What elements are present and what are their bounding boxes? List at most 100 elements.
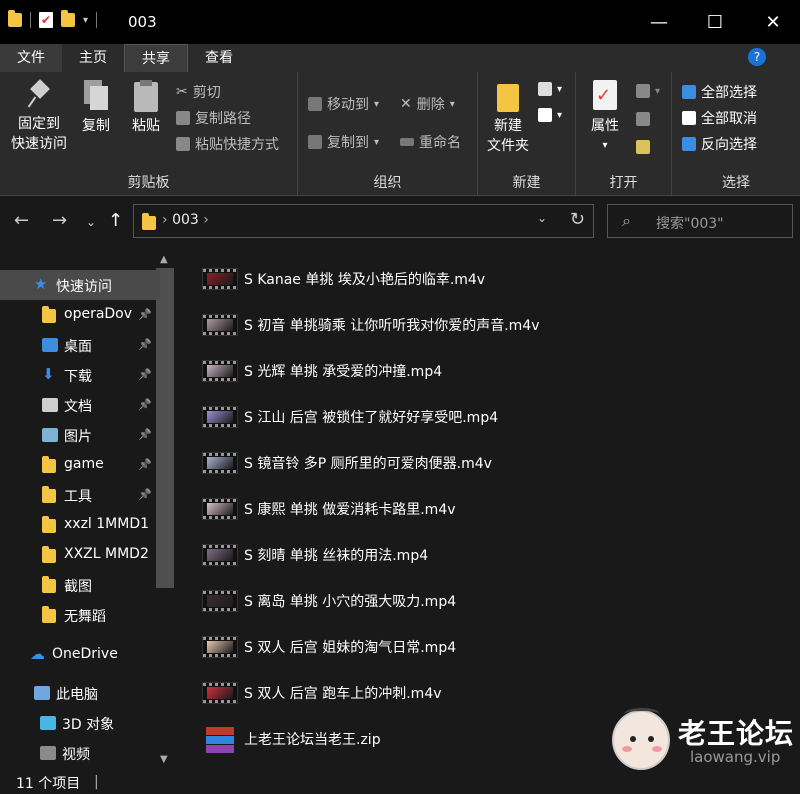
properties-button[interactable]: ✓ 属性 ▾ <box>584 80 626 156</box>
copy-to-button[interactable]: 复制到 ▾ <box>308 132 379 152</box>
rename-icon <box>400 138 414 146</box>
cut-button[interactable]: ✂ 剪切 <box>176 82 221 102</box>
tab-share[interactable]: 共享 <box>124 44 188 72</box>
nav-item-label: 截图 <box>64 579 92 595</box>
up-arrow-icon[interactable]: ↑ <box>108 210 123 231</box>
nav-item-label: 3D 对象 <box>62 717 115 733</box>
select-all-button[interactable]: 全部选择 <box>682 82 757 102</box>
nav-item[interactable]: 视频 <box>0 738 160 768</box>
new-item-button[interactable]: ▾ <box>538 82 562 96</box>
video-thumbnail-icon <box>202 314 238 336</box>
tab-view[interactable]: 查看 <box>188 44 250 72</box>
scroll-down-icon[interactable]: ▼ <box>160 754 168 765</box>
paste-shortcut-button[interactable]: 粘贴快捷方式 <box>176 134 279 154</box>
breadcrumb-current[interactable]: 003 <box>172 212 199 228</box>
select-group-label: 选择 <box>722 175 750 191</box>
video-thumbnail-icon <box>202 636 238 658</box>
pin-label-2: 快速访问 <box>11 136 67 152</box>
file-item[interactable]: S 双人 后宫 跑车上的冲刺.m4v <box>202 678 442 708</box>
edit-button[interactable] <box>636 112 650 126</box>
nav-item[interactable]: ★ 快速访问 <box>0 270 160 300</box>
nav-item[interactable]: ☁ OneDrive <box>0 640 160 670</box>
file-name: S 康熙 单挑 做爱消耗卡路里.m4v <box>244 502 456 518</box>
nav-item-label: 桌面 <box>64 339 92 355</box>
easy-access-button[interactable]: ▾ <box>538 108 562 122</box>
nav-item[interactable]: 此电脑 <box>0 678 160 708</box>
nav-item[interactable]: 图片 📌 <box>0 420 160 450</box>
chevron-down-icon: ▾ <box>449 98 455 110</box>
easy-access-icon <box>538 108 552 122</box>
delete-button[interactable]: ✕ 删除 ▾ <box>400 94 455 114</box>
file-name: S 双人 后宫 跑车上的冲刺.m4v <box>244 686 442 702</box>
nav-item[interactable]: game 📌 <box>0 450 160 480</box>
customize-dropdown-icon[interactable]: ▾ <box>83 15 88 26</box>
move-to-button[interactable]: 移动到 ▾ <box>308 94 379 114</box>
refresh-icon[interactable]: ↻ <box>570 209 585 230</box>
file-item[interactable]: S 江山 后宫 被锁住了就好好享受吧.mp4 <box>202 402 498 432</box>
back-arrow-icon[interactable]: ← <box>14 210 29 231</box>
copy-path-button[interactable]: 复制路径 <box>176 108 251 128</box>
rename-button[interactable]: 重命名 <box>400 132 461 152</box>
nav-item[interactable]: xxzl 1MMD1 <box>0 510 160 540</box>
nav-item-label: xxzl 1MMD1 <box>64 516 150 532</box>
new-folder-icon[interactable] <box>61 10 75 27</box>
file-item[interactable]: S 光辉 单挑 承受爱的冲撞.mp4 <box>202 356 442 386</box>
file-item[interactable]: S 初音 单挑骑乘 让你听听我对你爱的声音.m4v <box>202 310 540 340</box>
open-button[interactable]: ▾ <box>636 84 660 98</box>
file-item[interactable]: S 双人 后宫 姐妹的淘气日常.mp4 <box>202 632 456 662</box>
tab-home[interactable]: 主页 <box>62 44 124 72</box>
help-icon[interactable]: ? <box>748 48 766 66</box>
close-button[interactable]: ✕ <box>750 8 796 38</box>
new-folder-label-1: 新建 <box>494 118 522 134</box>
nav-item-label: game <box>64 456 104 472</box>
nav-item-label: OneDrive <box>52 646 118 662</box>
paste-shortcut-label: 粘贴快捷方式 <box>195 137 279 153</box>
nav-item[interactable]: operaDov 📌 <box>0 300 160 330</box>
video-thumbnail-icon <box>202 498 238 520</box>
forward-arrow-icon[interactable]: → <box>52 210 67 231</box>
address-bar[interactable]: › 003 › ⌄ ↻ <box>133 204 594 238</box>
nav-item[interactable]: 文档 📌 <box>0 390 160 420</box>
scroll-up-icon[interactable]: ▲ <box>160 254 168 265</box>
file-item[interactable]: S 康熙 单挑 做爱消耗卡路里.m4v <box>202 494 456 524</box>
address-dropdown-icon[interactable]: ⌄ <box>537 211 547 225</box>
minimize-button[interactable]: — <box>636 8 682 38</box>
file-item[interactable]: S 镜音铃 多P 厕所里的可爱肉便器.m4v <box>202 448 492 478</box>
select-none-button[interactable]: 全部取消 <box>682 108 757 128</box>
file-item[interactable]: 上老王论坛当老王.zip <box>202 724 381 754</box>
recent-locations-chevron-icon[interactable]: ⌄ <box>86 215 96 229</box>
search-box[interactable]: ⌕ 搜索"003" <box>607 204 793 238</box>
nav-item[interactable]: 3D 对象 <box>0 708 160 738</box>
paste-button[interactable]: 粘贴 <box>126 80 166 136</box>
file-item[interactable]: S 刻晴 单挑 丝袜的用法.mp4 <box>202 540 428 570</box>
pin-to-quick-access-button[interactable]: 固定到 快速访问 <box>8 79 70 154</box>
tab-file[interactable]: 文件 <box>0 44 62 72</box>
maximize-button[interactable]: ☐ <box>692 8 738 38</box>
file-item[interactable]: S Kanae 单挑 埃及小艳后的临幸.m4v <box>202 264 485 294</box>
item-count: 11 个项目 <box>16 776 81 792</box>
nav-item[interactable]: XXZL MMD2 <box>0 540 160 570</box>
select-none-icon <box>682 111 696 125</box>
new-folder-button[interactable]: 新建 文件夹 <box>484 80 532 156</box>
video-icon <box>40 746 56 760</box>
file-item[interactable]: S 离岛 单挑 小穴的强大吸力.mp4 <box>202 586 456 616</box>
invert-selection-button[interactable]: 反向选择 <box>682 134 757 154</box>
nav-item[interactable]: 截图 <box>0 570 160 600</box>
divider <box>96 12 98 28</box>
invert-selection-label: 反向选择 <box>701 137 757 153</box>
folder-icon <box>42 546 56 563</box>
status-bar: 11 个项目 | <box>0 770 800 794</box>
nav-item[interactable]: ⬇ 下载 📌 <box>0 360 160 390</box>
nav-item[interactable]: 无舞蹈 <box>0 600 160 630</box>
pictures-icon <box>42 428 58 442</box>
properties-check-icon[interactable]: ✔ <box>39 12 53 28</box>
video-thumbnail-icon <box>202 268 238 290</box>
select-none-label: 全部取消 <box>701 111 757 127</box>
breadcrumb[interactable]: › 003 › <box>162 212 209 228</box>
nav-item-label: 快速访问 <box>56 279 112 295</box>
copy-button[interactable]: 复制 <box>78 80 114 136</box>
select-all-icon <box>682 85 696 99</box>
nav-item[interactable]: 桌面 📌 <box>0 330 160 360</box>
history-button[interactable] <box>636 140 650 154</box>
nav-item[interactable]: 工具 📌 <box>0 480 160 510</box>
